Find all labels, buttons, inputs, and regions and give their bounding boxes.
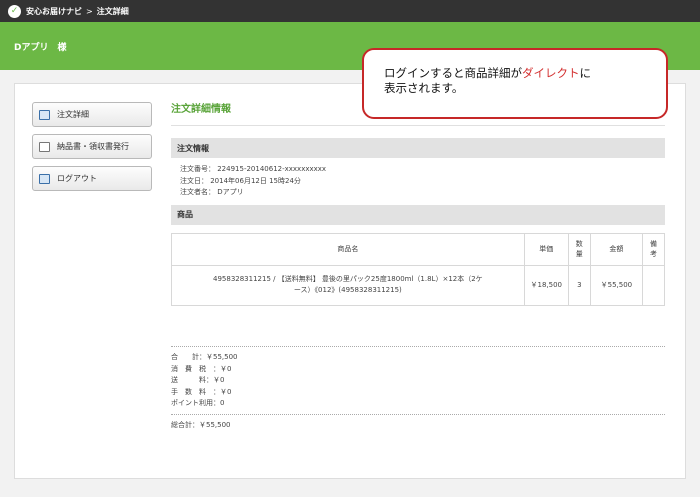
logout-icon: [38, 172, 51, 185]
product-name-line1: 4958328311215 / 【送料無料】 豊後の里パック25度1800ml（…: [213, 275, 483, 283]
grand-total: 総合計：￥55,500: [171, 420, 231, 429]
callout-highlight: ダイレクト: [522, 66, 580, 80]
table-row: 4958328311215 / 【送料無料】 豊後の里パック25度1800ml（…: [171, 264, 666, 306]
title-divider: [171, 125, 665, 126]
callout-line2: 表示されます。: [384, 81, 464, 95]
menu-label: 注文詳細: [57, 110, 89, 119]
items-heading: 商品: [171, 204, 665, 225]
callout-line1: ログインすると商品詳細がダイレクトに: [384, 66, 666, 81]
menu-logout-button[interactable]: ログアウト: [32, 166, 152, 191]
amount-cell: ￥55,500: [589, 264, 643, 306]
note-cell: [641, 264, 666, 306]
items-table: 商品名 単価 数量 金額 備考 4958328311215 / 【送料無料】 豊…: [171, 232, 666, 306]
table-header-row: 商品名 単価 数量 金額 備考: [171, 232, 666, 266]
quantity-cell: 3: [567, 264, 591, 306]
top-navigation-bar: ✓ 安心お届けナビ > 注文詳細: [0, 0, 700, 22]
subtotal: 合 計：￥55,500: [171, 353, 238, 361]
user-name: Dアプリ 様: [14, 42, 67, 53]
breadcrumb-current: 注文詳細: [96, 6, 129, 16]
menu-order-detail-button[interactable]: 注文詳細: [32, 102, 152, 127]
col-unit-price: 単価: [523, 232, 569, 266]
annotation-callout: ログインすると商品詳細がダイレクトに 表示されます。: [362, 48, 668, 119]
breadcrumb-home[interactable]: 安心お届けナビ: [26, 6, 82, 17]
order-info-heading: 注文情報: [171, 138, 665, 158]
breadcrumb-separator: >: [86, 6, 93, 16]
orderer-name: 注文者名： Dアプリ: [180, 188, 244, 196]
col-note-label: 備考: [649, 240, 657, 258]
callout-text-after: に: [579, 66, 592, 80]
fee: 手 数 料 ：￥0: [171, 387, 232, 396]
unit-price-cell: ￥18,500: [523, 264, 569, 306]
tax: 消 費 税 ：￥0: [171, 364, 232, 373]
col-quantity-label: 数量: [575, 240, 583, 258]
product-name-line2: ース）《012》(4958328311215): [293, 286, 402, 294]
menu-receipt-button[interactable]: 納品書・領収書発行: [32, 134, 152, 159]
menu-label: 納品書・領収書発行: [57, 142, 129, 151]
callout-text-before: ログインすると商品詳細が: [384, 66, 522, 80]
order-number: 注文番号： 224915-20140612-xxxxxxxxxx: [180, 165, 327, 173]
receipt-icon: [38, 140, 51, 153]
col-note: 備考: [641, 232, 666, 266]
col-product-name: 商品名: [171, 232, 525, 266]
document-icon: [38, 108, 51, 121]
app-logo-icon: ✓: [8, 4, 21, 18]
product-name-cell: 4958328311215 / 【送料無料】 豊後の里パック25度1800ml（…: [171, 264, 525, 306]
points-used: ポイント利用：0: [171, 399, 225, 407]
side-menu: 注文詳細 納品書・領収書発行 ログアウト: [32, 102, 152, 198]
order-info: 注文番号： 224915-20140612-xxxxxxxxxx 注文日： 20…: [171, 158, 665, 205]
col-amount: 金額: [589, 232, 643, 266]
totals-section: 合 計：￥55,500 消 費 税 ：￥0 送 料：￥0 手 数 料 ：￥0 ポ…: [171, 346, 665, 435]
totals-list: 合 計：￥55,500 消 費 税 ：￥0 送 料：￥0 手 数 料 ：￥0 ポ…: [171, 347, 665, 414]
menu-label: ログアウト: [57, 174, 97, 183]
order-date: 注文日： 2014年06月12日 15時24分: [180, 176, 301, 185]
col-quantity: 数量: [567, 232, 591, 266]
main-content: 注文詳細情報 注文情報 注文番号： 224915-20140612-xxxxxx…: [171, 100, 666, 306]
shipping: 送 料：￥0: [171, 376, 225, 384]
